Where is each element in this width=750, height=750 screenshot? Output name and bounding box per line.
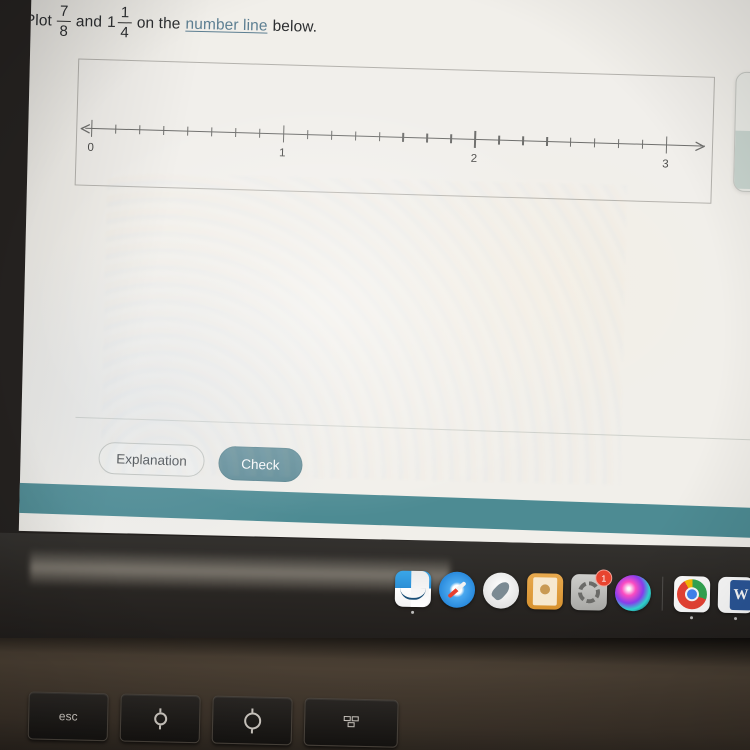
dock-item-safari[interactable]	[438, 571, 476, 609]
fraction-denominator: 4	[120, 24, 129, 42]
tick-minor[interactable]	[306, 130, 309, 140]
web-page: Plot 7 8 and 1 1 4 on the number line be…	[18, 0, 750, 548]
number-line-work-area[interactable]: 0 1 2 3	[74, 58, 716, 204]
mission-control-icon	[343, 715, 359, 730]
mixed-whole-part: 1	[106, 13, 117, 31]
launchpad-icon	[489, 579, 513, 602]
dock-item-siri[interactable]	[614, 574, 652, 612]
dock-item-word[interactable]: W	[717, 576, 750, 621]
tick-minor[interactable]	[617, 139, 620, 149]
tick-minor[interactable]	[330, 130, 333, 140]
tick-minor[interactable]	[450, 134, 452, 144]
screen-panel: Plot 7 8 and 1 1 4 on the number line be…	[18, 0, 750, 549]
key-brightness-up[interactable]	[211, 695, 293, 746]
gear-icon	[577, 581, 601, 604]
notification-badge: 1	[595, 569, 613, 587]
tick-minor[interactable]	[522, 136, 524, 146]
tick-label: 2	[470, 152, 478, 166]
arrow-left-icon	[79, 122, 92, 140]
tick-minor[interactable]	[546, 136, 548, 147]
tick-minor[interactable]	[354, 131, 357, 141]
key-mission-control[interactable]	[303, 697, 399, 748]
tick-minor[interactable]	[186, 126, 189, 136]
arrow-right-icon	[694, 139, 707, 157]
dock-item-finder[interactable]	[394, 570, 432, 614]
fraction-denominator: 8	[59, 23, 69, 41]
explanation-button[interactable]: Explanation	[98, 441, 206, 478]
dock-item-contacts[interactable]	[526, 573, 564, 610]
tick-major[interactable]	[282, 125, 285, 143]
tick-minor[interactable]	[210, 127, 213, 137]
side-panel-bottom-button[interactable]	[734, 130, 750, 191]
fraction-seven-eighths: 7 8	[56, 2, 72, 41]
tick-minor[interactable]	[570, 137, 572, 147]
running-indicator	[411, 610, 415, 614]
key-esc[interactable]: esc	[27, 691, 109, 742]
brightness-down-icon	[153, 711, 167, 726]
tick-minor[interactable]	[258, 128, 261, 138]
tick-label: 3	[662, 158, 669, 171]
fraction-numerator: 1	[120, 4, 130, 22]
number-line-link[interactable]: number line	[185, 15, 267, 35]
prompt-connector: and	[75, 13, 103, 31]
side-tool-panel[interactable]	[732, 71, 750, 194]
running-indicator	[733, 617, 738, 621]
tick-label: 1	[278, 147, 286, 160]
tick-minor[interactable]	[139, 125, 141, 135]
tick-major[interactable]	[474, 130, 476, 148]
number-line-axis	[85, 127, 706, 147]
mixed-fraction-part: 1 4	[117, 4, 132, 42]
tick-major[interactable]	[91, 119, 93, 137]
dock-item-launchpad[interactable]	[482, 572, 520, 609]
number-line[interactable]: 0 1 2 3	[76, 60, 714, 203]
prompt-tail-before-link: on the	[136, 14, 181, 33]
word-icon: W	[729, 579, 750, 611]
macos-dock[interactable]: 1 W	[394, 561, 750, 624]
tick-minor[interactable]	[641, 139, 644, 149]
dock-zone: 1 W	[0, 520, 750, 640]
tick-minor[interactable]	[426, 133, 428, 143]
tick-label: 0	[87, 141, 95, 154]
key-brightness-down[interactable]	[119, 693, 201, 744]
fraction-numerator: 7	[59, 2, 69, 20]
tick-minor[interactable]	[594, 138, 596, 148]
safari-icon	[447, 581, 467, 599]
tick-minor[interactable]	[234, 128, 237, 138]
running-indicator	[689, 616, 694, 620]
prompt-tail-after-link: below.	[272, 17, 318, 36]
tick-minor[interactable]	[378, 132, 381, 142]
side-panel-top-button[interactable]	[735, 73, 750, 133]
laptop-screen-assembly: Plot 7 8 and 1 1 4 on the number line be…	[0, 0, 750, 589]
problem-prompt: Plot 7 8 and 1 1 4 on the number line be…	[24, 3, 445, 48]
tick-minor[interactable]	[402, 132, 405, 142]
tick-minor[interactable]	[498, 135, 500, 145]
dock-separator	[661, 576, 664, 611]
tick-minor[interactable]	[115, 124, 117, 134]
tick-major[interactable]	[665, 136, 668, 154]
dock-item-system-preferences[interactable]: 1	[570, 569, 613, 611]
dock-item-chrome[interactable]	[673, 575, 711, 620]
tick-minor[interactable]	[162, 125, 165, 135]
keyboard-zone: esc	[0, 638, 750, 750]
mixed-number-one-and-one-fourth: 1 1 4	[106, 4, 133, 42]
brightness-up-icon	[243, 711, 261, 730]
photo-scene: Plot 7 8 and 1 1 4 on the number line be…	[0, 0, 750, 750]
check-button[interactable]: Check	[217, 445, 304, 483]
